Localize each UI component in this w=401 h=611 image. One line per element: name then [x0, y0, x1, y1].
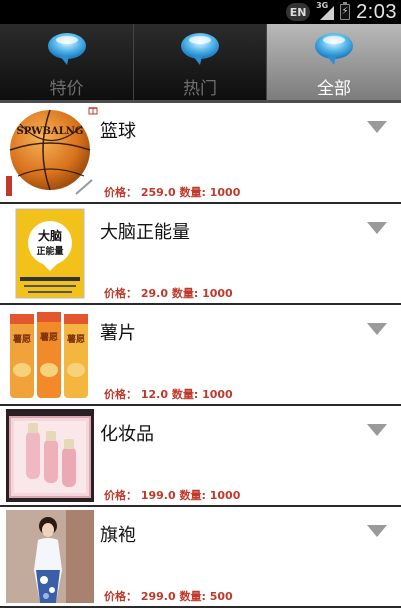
- product-price-qty: 价格： 259.0 数量: 1000: [104, 184, 240, 200]
- tab-special-offer[interactable]: 特价: [0, 24, 134, 100]
- chevron-down-icon[interactable]: [367, 525, 387, 537]
- svg-text:大脑: 大脑: [38, 228, 62, 243]
- svg-text:正能量: 正能量: [36, 245, 63, 257]
- price-label: 价格：: [104, 186, 137, 199]
- price-value: 299.0: [140, 590, 176, 603]
- price-value: 199.0: [140, 489, 176, 502]
- chevron-down-icon[interactable]: [367, 323, 387, 335]
- product-name: 旗袍: [100, 525, 136, 546]
- language-indicator: EN: [286, 3, 311, 21]
- tab-label: 热门: [183, 79, 217, 99]
- tab-popular[interactable]: 热门: [134, 24, 267, 100]
- tab-all[interactable]: 全部: [267, 24, 401, 100]
- product-image-chips: 薯愿 薯愿 薯愿: [6, 308, 94, 401]
- signal-icon: 3G: [316, 1, 335, 20]
- product-image-qipao: [6, 510, 94, 603]
- qty-value: 1000: [202, 287, 233, 300]
- list-item[interactable]: SPWBALNG 篮球 价格： 259.0 数量: 1000: [0, 103, 401, 204]
- list-item[interactable]: 化妆品 价格： 199.0 数量: 1000: [0, 406, 401, 507]
- tab-label: 全部: [317, 79, 351, 99]
- price-value: 12.0: [140, 388, 168, 401]
- product-image-book: 大脑 正能量: [6, 207, 94, 300]
- product-price-qty: 价格： 29.0 数量: 1000: [104, 285, 233, 301]
- tab-label: 特价: [49, 79, 84, 99]
- status-time: 2:03: [356, 0, 397, 23]
- status-bar: EN 3G ⚡ 2:03: [0, 0, 401, 24]
- speech-bubble-icon: [315, 33, 353, 65]
- qty-label: 数量:: [171, 287, 199, 300]
- qty-value: 1000: [202, 388, 233, 401]
- battery-icon: ⚡: [340, 2, 351, 20]
- svg-text:SPWBALNG: SPWBALNG: [17, 126, 84, 137]
- product-image-cosmetics: [6, 409, 94, 502]
- price-value: 29.0: [140, 287, 168, 300]
- gift-icon: [88, 107, 98, 115]
- speech-bubble-icon: [181, 33, 219, 65]
- list-item[interactable]: 旗袍 价格： 299.0 数量: 500: [0, 507, 401, 608]
- product-image-basketball: SPWBALNG: [6, 106, 94, 199]
- chevron-down-icon[interactable]: [367, 121, 387, 133]
- product-name: 篮球: [100, 121, 136, 142]
- svg-text:薯愿: 薯愿: [66, 333, 85, 345]
- price-label: 价格：: [104, 287, 137, 300]
- tab-bar: 特价 热门 全部: [0, 24, 401, 100]
- qty-value: 500: [209, 590, 233, 603]
- product-price-qty: 价格： 12.0 数量: 1000: [104, 386, 233, 402]
- chevron-down-icon[interactable]: [367, 222, 387, 234]
- product-name: 薯片: [100, 323, 136, 344]
- product-price-qty: 价格： 299.0 数量: 500: [104, 588, 233, 604]
- qty-label: 数量:: [171, 388, 199, 401]
- status-icons: EN 3G ⚡ 2:03: [286, 0, 397, 24]
- list-item[interactable]: 薯愿 薯愿 薯愿 薯片 价格： 12.0 数量: 1000: [0, 305, 401, 406]
- product-price-qty: 价格： 199.0 数量: 1000: [104, 487, 240, 503]
- price-label: 价格：: [104, 590, 137, 603]
- qty-value: 1000: [209, 489, 241, 502]
- qty-value: 1000: [209, 186, 241, 199]
- price-label: 价格：: [104, 489, 137, 502]
- qty-label: 数量:: [179, 590, 206, 603]
- qty-label: 数量:: [179, 186, 206, 199]
- chevron-down-icon[interactable]: [367, 424, 387, 436]
- price-value: 259.0: [140, 186, 176, 199]
- product-name: 大脑正能量: [100, 222, 190, 243]
- list-item[interactable]: 大脑 正能量 大脑正能量 价格： 29.0 数量: 1000: [0, 204, 401, 305]
- speech-bubble-icon: [47, 33, 86, 65]
- product-list: SPWBALNG 篮球 价格： 259.0 数量: 1000 大脑 正能量 大脑…: [0, 103, 401, 608]
- product-name: 化妆品: [100, 424, 154, 445]
- price-label: 价格：: [104, 388, 137, 401]
- svg-text:薯愿: 薯愿: [39, 331, 58, 343]
- svg-text:薯愿: 薯愿: [12, 333, 31, 345]
- qty-label: 数量:: [179, 489, 206, 502]
